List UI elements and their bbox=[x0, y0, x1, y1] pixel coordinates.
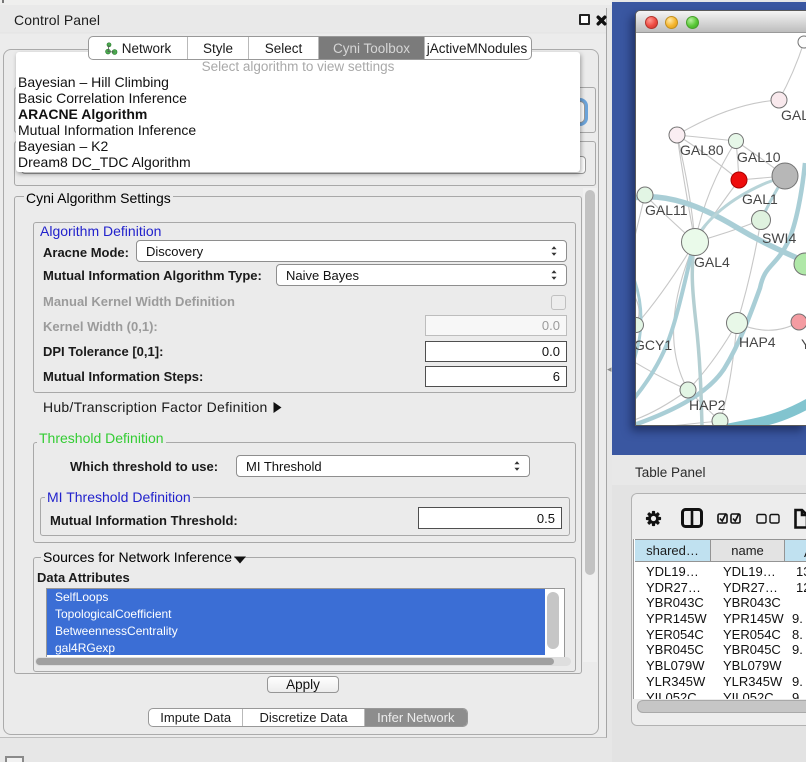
svg-text:GAL1: GAL1 bbox=[742, 191, 778, 207]
svg-text:SWI4: SWI4 bbox=[762, 230, 796, 246]
svg-text:HAP2: HAP2 bbox=[689, 397, 726, 413]
svg-text:HAP4: HAP4 bbox=[739, 334, 776, 350]
svg-text:GAL4: GAL4 bbox=[694, 254, 730, 270]
svg-text:GAL10: GAL10 bbox=[737, 149, 781, 165]
svg-text:GAL2: GAL2 bbox=[781, 107, 806, 123]
svg-text:GAL11: GAL11 bbox=[645, 202, 688, 218]
svg-text:GAL80: GAL80 bbox=[680, 142, 724, 158]
svg-text:Y: Y bbox=[801, 336, 806, 352]
svg-text:GCY1: GCY1 bbox=[636, 337, 672, 353]
